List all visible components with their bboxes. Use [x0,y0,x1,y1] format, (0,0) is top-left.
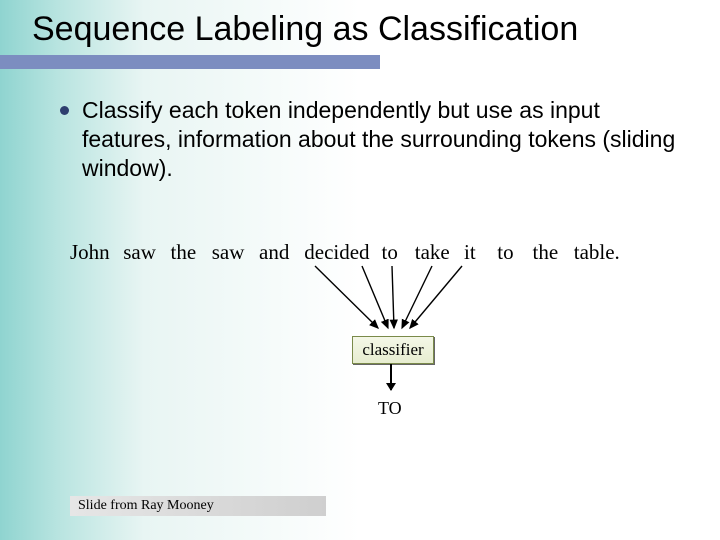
token-9: to [497,240,527,265]
bullet-content: Classify each token independently but us… [82,97,675,181]
output-arrow-icon [390,364,392,390]
bullet-icon [60,106,69,115]
classifier-box: classifier [352,336,434,364]
token-0: John [70,240,118,265]
token-2: the [171,240,207,265]
context-arrows [0,262,720,342]
slide-credit: Slide from Ray Mooney [70,496,326,516]
output-tag: TO [378,398,402,419]
title-underline [0,55,380,69]
bullet-text: Classify each token independently but us… [82,96,682,182]
token-1: saw [123,240,165,265]
token-7: take [415,240,459,265]
token-8: it [464,240,492,265]
token-4: and [259,240,299,265]
token-11: table. [574,240,620,265]
slide-title: Sequence Labeling as Classification [32,10,578,49]
example-sentence: John saw the saw and decided to take it … [70,240,700,265]
token-5: decided [304,240,376,265]
token-3: saw [212,240,254,265]
token-6: to [382,240,410,265]
slide: Sequence Labeling as Classification Clas… [0,0,720,540]
token-10: the [533,240,569,265]
